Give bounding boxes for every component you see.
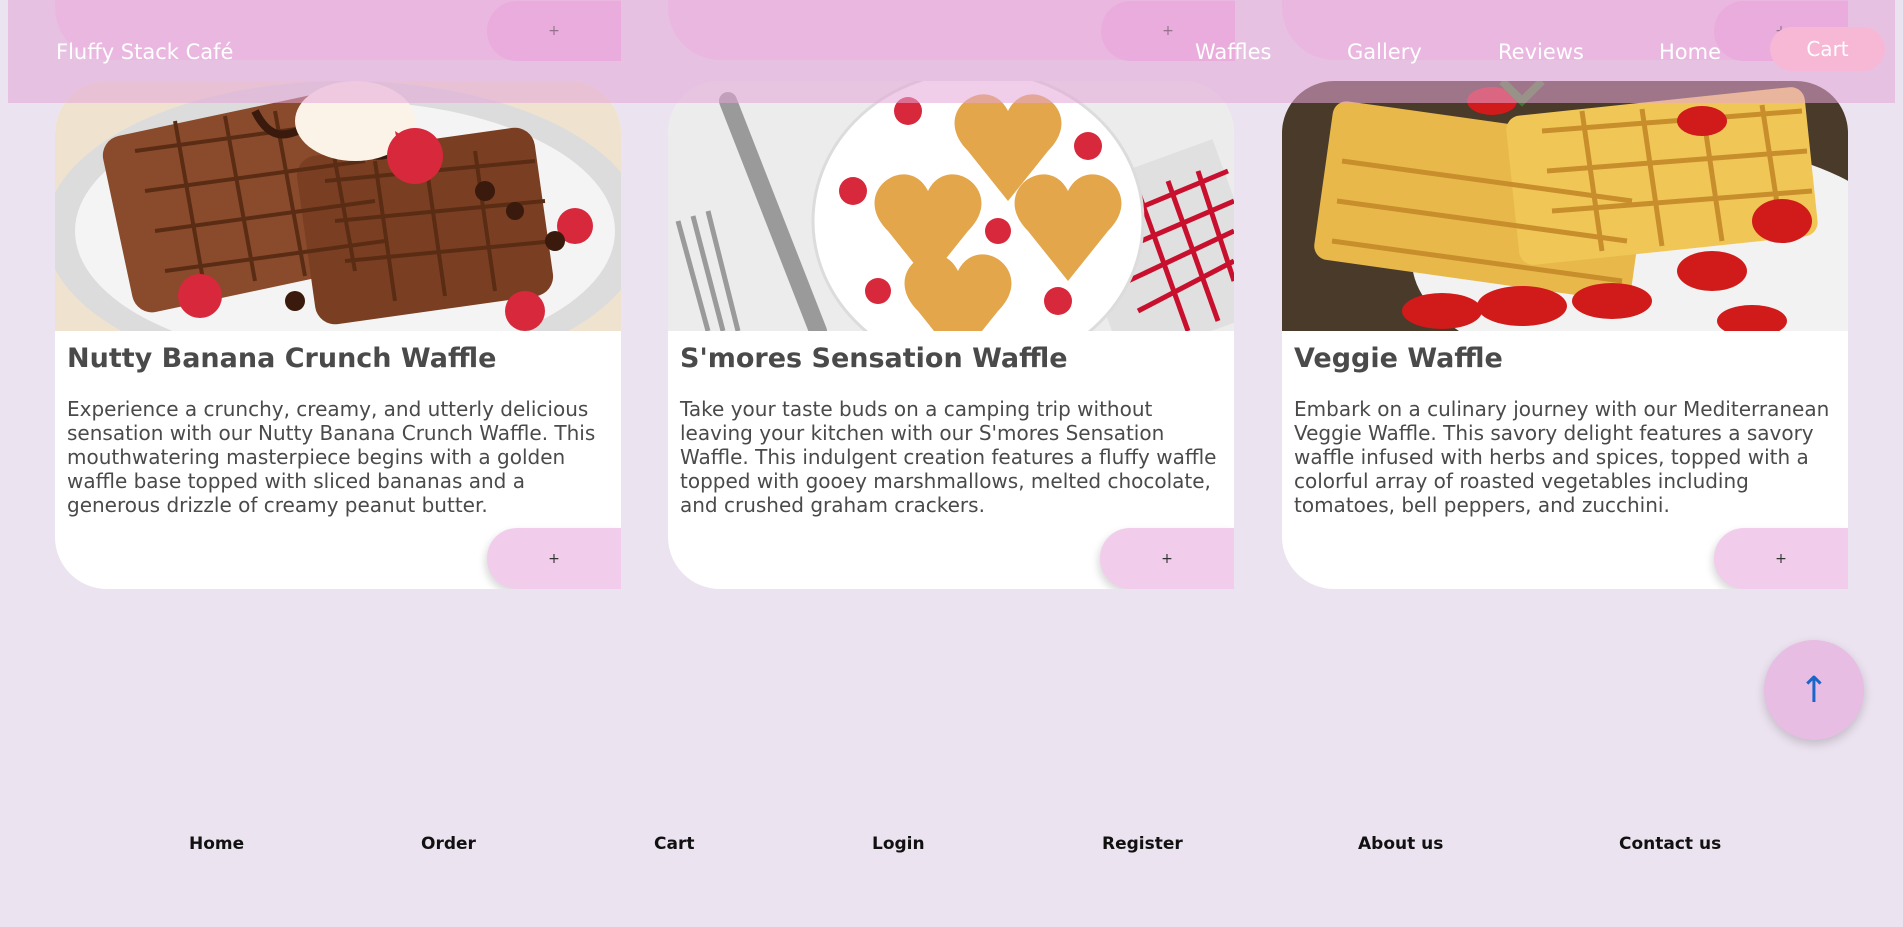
scroll-top-arrow-icon[interactable]: ↑ [1764, 640, 1864, 740]
card-title: Nutty Banana Crunch Waffle [67, 343, 497, 374]
card-description: Experience a crunchy, creamy, and utterl… [67, 397, 596, 517]
footer-link-home[interactable]: Home [189, 834, 244, 854]
card-description: Embark on a culinary journey with our Me… [1294, 397, 1830, 517]
nav-gallery[interactable]: Gallery [1347, 40, 1422, 64]
nav-home[interactable]: Home [1659, 40, 1721, 64]
card-title: S'mores Sensation Waffle [680, 343, 1068, 374]
product-card: Veggie Waffle Embark on a culinary journ… [1282, 81, 1848, 589]
card-title: Veggie Waffle [1294, 343, 1503, 374]
add-to-cart-button[interactable]: + [1714, 528, 1848, 589]
product-card: S'mores Sensation Waffle Take your taste… [668, 81, 1234, 589]
nav-waffles[interactable]: Waffles [1195, 40, 1271, 64]
brand-logo-text[interactable]: Fluffy Stack Café [56, 40, 233, 64]
footer-link-cart[interactable]: Cart [654, 834, 694, 854]
footer-link-register[interactable]: Register [1102, 834, 1183, 854]
nutty-banana-waffle-image [55, 81, 621, 331]
footer-link-order[interactable]: Order [421, 834, 476, 854]
smores-waffle-image [668, 81, 1234, 331]
add-to-cart-button[interactable]: + [1100, 528, 1234, 589]
footer-link-login[interactable]: Login [872, 834, 925, 854]
nav-reviews[interactable]: Reviews [1498, 40, 1584, 64]
card-description: Take your taste buds on a camping trip w… [680, 397, 1217, 517]
footer-link-contact-us[interactable]: Contact us [1619, 834, 1721, 854]
footer-link-about-us[interactable]: About us [1358, 834, 1443, 854]
site-header: Fluffy Stack Café Waffles Gallery Review… [8, 0, 1895, 103]
product-card: Nutty Banana Crunch Waffle Experience a … [55, 81, 621, 589]
cart-button[interactable]: Cart [1770, 27, 1885, 71]
veggie-waffle-image [1282, 81, 1848, 331]
add-to-cart-button[interactable]: + [487, 528, 621, 589]
